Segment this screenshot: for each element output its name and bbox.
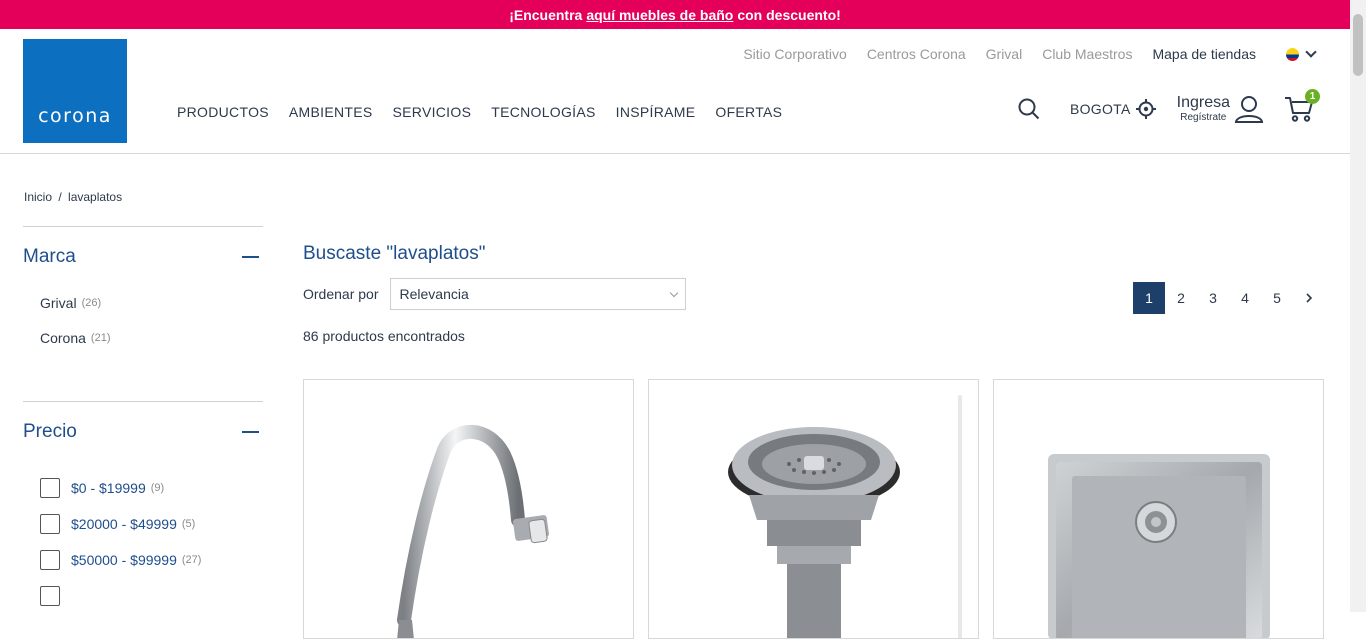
price-filter-0-19999[interactable]: $0 - $19999 (9) [23, 470, 263, 506]
price-count: (9) [150, 482, 165, 494]
breadcrumb-current: lavaplatos [68, 190, 123, 204]
sort-label: Ordenar por [303, 286, 379, 302]
nav-ambientes[interactable]: AMBIENTES [289, 104, 373, 120]
facet-price-header[interactable]: Precio [23, 402, 263, 462]
results-title: Buscaste "lavaplatos" [303, 243, 486, 264]
price-label: $20000 - $49999 [71, 516, 177, 532]
price-label: $50000 - $99999 [71, 552, 177, 568]
city-selector[interactable]: BOGOTA [1070, 98, 1157, 120]
colombia-flag-icon [1286, 47, 1299, 61]
toplink-grival[interactable]: Grival [986, 46, 1023, 62]
nav-ofertas[interactable]: OFERTAS [715, 104, 782, 120]
sink-strainer-product-image [728, 395, 962, 638]
price-count: (27) [181, 554, 202, 566]
product-grid [303, 379, 1324, 639]
city-label: BOGOTA [1069, 101, 1131, 117]
price-label: $0 - $19999 [71, 480, 146, 496]
promo-text-pre: ¡Encuentra [509, 6, 583, 23]
price-count: (5) [181, 518, 196, 530]
toplink-sitio-corporativo[interactable]: Sitio Corporativo [743, 46, 847, 62]
price-filter-20000-49999[interactable]: $20000 - $49999 (5) [23, 506, 263, 542]
toplink-club-maestros[interactable]: Club Maestros [1042, 46, 1132, 62]
cart-count-badge: 1 [1305, 89, 1320, 104]
page-5[interactable]: 5 [1261, 282, 1293, 314]
country-selector[interactable] [1286, 46, 1317, 61]
breadcrumb-separator: / [58, 190, 62, 204]
chevron-down-icon [670, 288, 679, 297]
product-card[interactable] [648, 379, 979, 639]
next-page-button[interactable] [1293, 282, 1325, 314]
promo-banner: ¡Encuentra aquí muebles de baño con desc… [0, 0, 1350, 29]
price-checkbox[interactable] [40, 478, 60, 498]
brand-label: Corona [40, 329, 86, 346]
breadcrumb: Inicio / lavaplatos [24, 190, 122, 204]
nav-inspirame[interactable]: INSPÍRAME [616, 104, 696, 120]
price-checkbox[interactable] [40, 586, 60, 606]
toplink-mapa-de-tiendas[interactable]: Mapa de tiendas [1152, 46, 1256, 62]
chevron-down-icon [1305, 46, 1317, 58]
main-nav: PRODUCTOS AMBIENTES SERVICIOS TECNOLOGÍA… [177, 104, 802, 120]
price-filter-next[interactable] [23, 578, 263, 614]
price-checkbox[interactable] [40, 550, 60, 570]
corona-logo[interactable]: corona [23, 39, 127, 143]
faucet-product-image [397, 424, 549, 638]
login-label: Ingresa [1176, 94, 1230, 111]
facet-brand-header[interactable]: Marca [23, 227, 263, 287]
pagination: 1 2 3 4 5 [1133, 282, 1325, 314]
steel-sink-product-image [1048, 454, 1270, 638]
top-links: Sitio Corporativo Centros Corona Grival … [723, 46, 1317, 62]
user-icon [1234, 96, 1264, 123]
page-scrollbar[interactable] [1350, 0, 1366, 612]
collapse-minus-icon[interactable] [242, 431, 259, 433]
page-3[interactable]: 3 [1197, 282, 1229, 314]
nav-productos[interactable]: PRODUCTOS [177, 104, 269, 120]
scrollbar-thumb[interactable] [1353, 14, 1363, 76]
breadcrumb-home[interactable]: Inicio [24, 190, 52, 204]
product-card[interactable] [303, 379, 634, 639]
sort-select[interactable]: Relevancia [390, 278, 687, 310]
page-2[interactable]: 2 [1165, 282, 1197, 314]
chevron-right-icon [1306, 293, 1313, 303]
brand-label: Grival [40, 294, 77, 311]
collapse-minus-icon[interactable] [242, 256, 259, 258]
header-actions: BOGOTA Ingresa Regístrate 1 [1018, 89, 1320, 123]
site-header: corona Sitio Corporativo Centros Corona … [0, 29, 1350, 154]
toplink-centros-corona[interactable]: Centros Corona [867, 46, 966, 62]
register-label: Regístrate [1180, 112, 1227, 123]
promo-link[interactable]: aquí muebles de baño [586, 7, 733, 23]
sort-value: Relevancia [399, 286, 469, 302]
location-target-icon [1135, 99, 1156, 119]
filter-sidebar: Marca Grival (26) Corona (21) Precio $0 … [23, 226, 263, 614]
cart-button[interactable]: 1 [1284, 89, 1320, 123]
facet-price-title: Precio [23, 421, 77, 442]
price-checkbox[interactable] [40, 514, 60, 534]
search-icon[interactable] [1018, 98, 1040, 120]
promo-text-post: con descuento! [737, 6, 841, 23]
nav-servicios[interactable]: SERVICIOS [393, 104, 472, 120]
facet-brand-title: Marca [23, 246, 76, 267]
nav-tecnologias[interactable]: TECNOLOGÍAS [491, 104, 595, 120]
results-count: 86 productos encontrados [303, 328, 465, 344]
page-4[interactable]: 4 [1229, 282, 1261, 314]
page-1[interactable]: 1 [1133, 282, 1165, 314]
brand-count: (21) [90, 331, 111, 344]
product-card[interactable] [993, 379, 1324, 639]
brand-filter-grival[interactable]: Grival (26) [23, 285, 263, 320]
results-area: Buscaste "lavaplatos" Ordenar por Releva… [303, 243, 1325, 639]
brand-count: (26) [81, 296, 102, 309]
logo-text: corona [38, 105, 112, 127]
brand-filter-corona[interactable]: Corona (21) [23, 320, 263, 355]
price-filter-50000-99999[interactable]: $50000 - $99999 (27) [23, 542, 263, 578]
login-button[interactable]: Ingresa Regístrate [1177, 95, 1264, 123]
